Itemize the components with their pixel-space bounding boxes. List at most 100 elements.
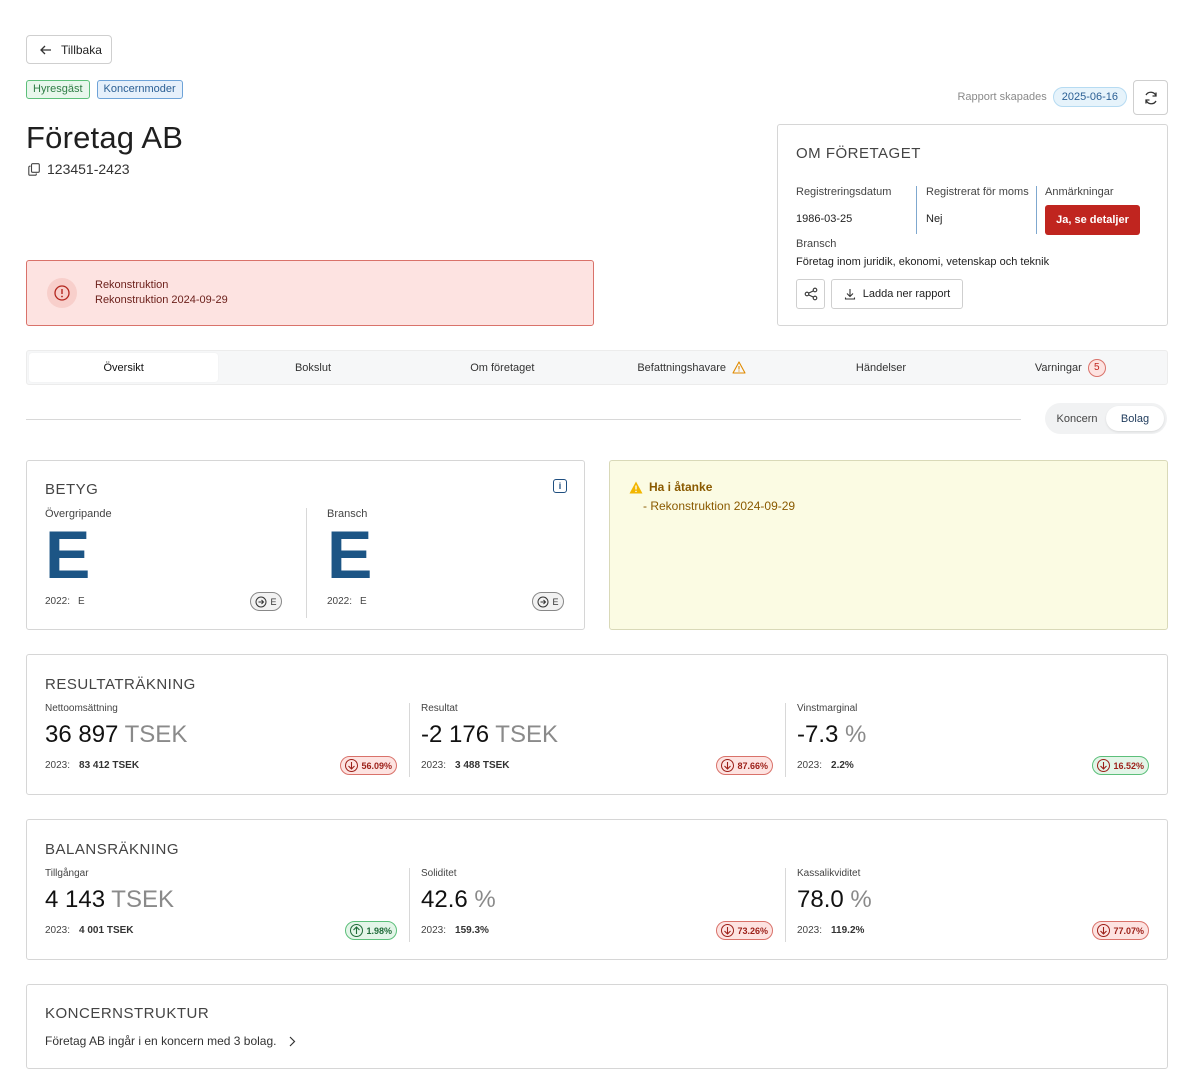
warnings-count-badge: 5 [1087, 358, 1106, 377]
net-sales-unit: TSEK [124, 721, 188, 748]
overall-prev: 2022: E [45, 596, 85, 607]
copy-icon[interactable] [28, 162, 40, 176]
refresh-button[interactable] [1133, 80, 1168, 115]
keep-in-mind-title-text: Ha i åtanke [649, 480, 713, 494]
tab-warnings[interactable]: Varningar 5 [976, 353, 1165, 382]
industry-label: Bransch [796, 238, 837, 250]
margin-metric: Vinstmarginal -7.3 % 2023: 2.2% 16.52% [797, 703, 1149, 777]
remarks-label: Anmärkningar [1045, 186, 1114, 198]
net-sales-label: Nettoomsättning [45, 703, 118, 714]
tab-officers[interactable]: Befattningshavare [597, 353, 786, 382]
alert-detail: Rekonstruktion 2024-09-29 [95, 294, 228, 306]
liquidity-value: 78.0 % [797, 886, 872, 914]
arrow-down-icon [345, 759, 359, 772]
industry-prev-year: 2022: [327, 596, 353, 607]
margin-change-badge: 16.52% [1092, 756, 1149, 775]
industry-trend-grade: E [552, 596, 559, 607]
group-structure-link[interactable]: Företag AB ingår i en koncern med 3 bola… [45, 1034, 296, 1048]
share-icon [804, 287, 817, 301]
keep-in-mind-card: Ha i åtanke - Rekonstruktion 2024-09-29 [609, 460, 1168, 630]
solidity-metric: Soliditet 42.6 % 2023: 159.3% 73.26% [421, 868, 773, 942]
arrow-left-icon [40, 45, 51, 54]
solidity-number: 42.6 [421, 886, 468, 913]
result-label: Resultat [421, 703, 458, 714]
result-number: -2 176 [421, 721, 490, 748]
tag-tenant: Hyresgäst [26, 80, 90, 99]
toggle-company[interactable]: Bolag [1106, 406, 1164, 431]
reconstruction-alert: Rekonstruktion Rekonstruktion 2024-09-29 [26, 260, 594, 326]
download-icon [844, 289, 855, 300]
liquidity-unit: % [850, 886, 872, 913]
tab-events[interactable]: Händelser [786, 353, 975, 382]
remarks-details-button[interactable]: Ja, se detaljer [1045, 205, 1140, 235]
vat-label: Registrerat för moms [926, 186, 1029, 198]
org-number: 123451-2423 [28, 161, 130, 177]
net-sales-prev-year: 2023: [45, 760, 71, 771]
arrow-down-icon [721, 924, 735, 937]
margin-unit: % [845, 721, 867, 748]
solidity-value: 42.6 % [421, 886, 496, 914]
group-structure-text: Företag AB ingår i en koncern med 3 bola… [45, 1034, 277, 1048]
assets-metric: Tillgångar 4 143 TSEK 2023: 4 001 TSEK 1.… [45, 868, 397, 942]
tab-overview[interactable]: Översikt [29, 353, 219, 382]
divider [916, 186, 917, 234]
overall-grade: E [45, 517, 91, 593]
margin-number: -7.3 [797, 721, 839, 748]
margin-prev-value: 2.2% [831, 760, 854, 771]
overall-trend-badge: E [250, 592, 282, 611]
divider [785, 703, 786, 777]
tab-closing[interactable]: Bokslut [218, 353, 407, 382]
report-created-date: 2025-06-16 [1052, 87, 1127, 107]
arrow-down-icon [1097, 759, 1111, 772]
group-structure-card: KONCERNSTRUKTUR Företag AB ingår i en ko… [26, 984, 1168, 1069]
overall-trend-grade: E [270, 596, 277, 607]
liquidity-prev-value: 119.2% [831, 925, 865, 936]
industry-value: Företag inom juridik, ekonomi, vetenskap… [796, 256, 1050, 268]
info-icon[interactable]: i [553, 479, 567, 493]
share-button[interactable] [796, 279, 825, 309]
result-change-badge: 87.66% [716, 756, 773, 775]
download-label: Ladda ner rapport [862, 288, 951, 300]
industry-trend-badge: E [532, 592, 564, 611]
rating-card: BETYG i Övergripande E 2022: E E Bransch… [26, 460, 585, 630]
rating-title: BETYG [45, 481, 99, 498]
report-created: Rapport skapades 2025-06-16 [957, 87, 1127, 107]
assets-prev: 2023: 4 001 TSEK [45, 925, 134, 936]
liquidity-label: Kassalikviditet [797, 868, 861, 879]
remarks: Anmärkningar [1045, 186, 1113, 198]
reg-date-label: Registreringsdatum [796, 186, 892, 198]
group-company-toggle: Koncern Bolag [1045, 403, 1167, 434]
solidity-prev-year: 2023: [421, 925, 447, 936]
assets-prev-value: 4 001 TSEK [79, 925, 134, 936]
arrow-up-icon [350, 924, 364, 937]
arrow-down-icon [1097, 924, 1111, 937]
solidity-change: 73.26% [737, 925, 768, 936]
solidity-unit: % [474, 886, 496, 913]
result-metric: Resultat -2 176 TSEK 2023: 3 488 TSEK 87.… [421, 703, 773, 777]
net-sales-number: 36 897 [45, 721, 119, 748]
result-prev: 2023: 3 488 TSEK [421, 760, 510, 771]
margin-value: -7.3 % [797, 721, 866, 749]
divider [306, 508, 307, 618]
assets-prev-year: 2023: [45, 925, 71, 936]
divider [409, 703, 410, 777]
liquidity-change-badge: 77.07% [1092, 921, 1149, 940]
tab-about[interactable]: Om företaget [408, 353, 597, 382]
result-unit: TSEK [495, 721, 558, 748]
tag-parent-company: Koncernmoder [96, 80, 183, 99]
org-number-value: 123451-2423 [47, 161, 130, 177]
section-divider [26, 419, 1021, 420]
keep-in-mind-title: Ha i åtanke [629, 480, 712, 494]
industry-prev: 2022: E [327, 596, 367, 607]
solidity-label: Soliditet [421, 868, 457, 879]
net-sales-change: 56.09% [361, 760, 392, 771]
liquidity-change: 77.07% [1113, 925, 1144, 936]
about-company-card: OM FÖRETAGET Registreringsdatum 1986-03-… [777, 124, 1168, 326]
net-sales-prev: 2023: 83 412 TSEK [45, 760, 139, 771]
vat-registered: Registrerat för moms Nej [926, 186, 1029, 225]
download-report-button[interactable]: Ladda ner rapport [831, 279, 963, 309]
industry-prev-grade: E [360, 596, 367, 607]
back-button[interactable]: Tillbaka [26, 35, 112, 64]
toggle-group[interactable]: Koncern [1048, 406, 1106, 431]
tab-bar: Översikt Bokslut Om företaget Befattning… [26, 350, 1168, 385]
